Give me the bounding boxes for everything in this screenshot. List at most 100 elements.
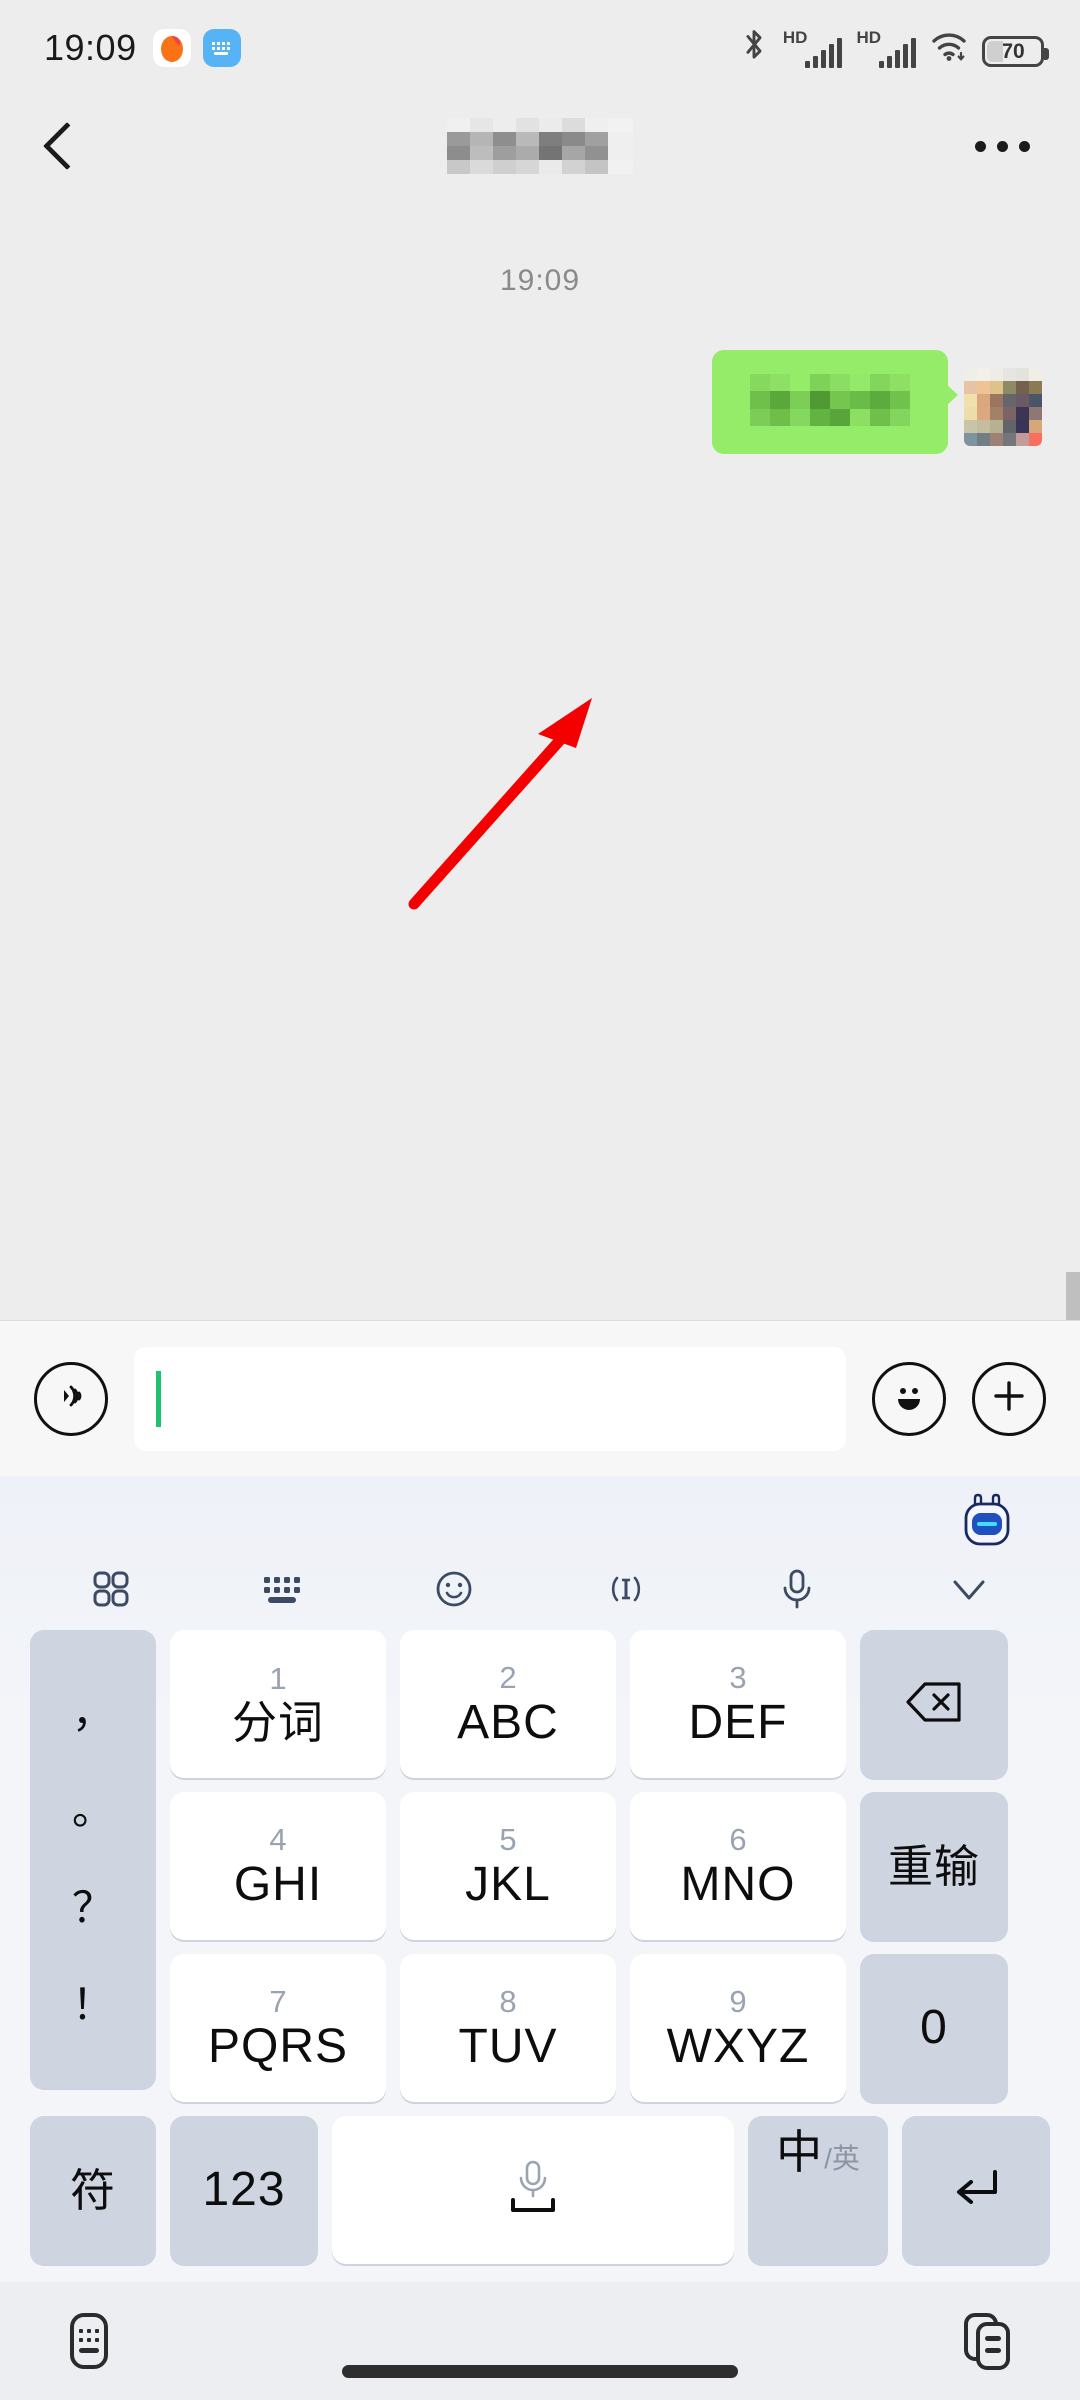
- system-bottom-bar: [0, 2282, 1080, 2400]
- hd-signal-icon-1: HD: [783, 29, 843, 68]
- status-time: 19:09: [44, 27, 137, 68]
- key-label: ABC: [457, 1695, 559, 1749]
- nav-header: [0, 96, 1080, 196]
- more-options-button[interactable]: [975, 140, 1030, 152]
- key-0[interactable]: 0: [860, 1954, 1008, 2102]
- add-attachment-button[interactable]: [972, 1361, 1046, 1436]
- voice-input-button[interactable]: [34, 1361, 108, 1436]
- key-label: 分词: [231, 1697, 324, 1748]
- key-1-fenci[interactable]: 1 分词: [170, 1630, 386, 1778]
- battery-icon: 70: [982, 36, 1049, 67]
- key-4-ghi[interactable]: 4 GHI: [170, 1792, 386, 1940]
- status-app-icons: [152, 29, 241, 67]
- key-space[interactable]: [332, 2116, 734, 2264]
- app-icon-keyboard-blue: [202, 29, 241, 67]
- keyboard-row-2: 4 GHI 5 JKL 6 MNO 重输: [170, 1792, 1050, 1940]
- key-number: 2: [499, 1659, 517, 1695]
- key-number: 9: [729, 1983, 747, 2019]
- text-cursor-icon[interactable]: [595, 1560, 657, 1618]
- key-number: 6: [729, 1821, 747, 1857]
- status-indicators: HD HD 70: [739, 28, 1049, 68]
- punct-comma: ，: [71, 1688, 114, 1736]
- key-enter[interactable]: [902, 2116, 1050, 2264]
- hd-label-2: HD: [856, 28, 881, 47]
- keyboard-switch-icon[interactable]: [60, 2310, 122, 2372]
- ai-robot-mascot-icon[interactable]: [956, 1492, 1018, 1554]
- keyboard-main-keys: 1 分词 2 ABC 3 DEF 4 GHI 5 JKL 6 MNO 重输 7 …: [170, 1630, 1050, 2116]
- key-7-pqrs[interactable]: 7 PQRS: [170, 1954, 386, 2102]
- key-2-abc[interactable]: 2 ABC: [400, 1630, 616, 1778]
- key-symbols[interactable]: 符: [30, 2116, 156, 2264]
- key-3-def[interactable]: 3 DEF: [630, 1630, 846, 1778]
- key-9-wxyz[interactable]: 9 WXYZ: [630, 1954, 846, 2102]
- annotation-arrow-icon: [408, 698, 592, 910]
- key-label: 符: [69, 2164, 116, 2216]
- back-button[interactable]: [42, 115, 104, 177]
- hd-label-1: HD: [782, 28, 808, 47]
- avatar-masked[interactable]: [964, 368, 1042, 446]
- message-bubble[interactable]: [712, 350, 958, 454]
- key-label: 重输: [887, 1840, 980, 1892]
- punct-period: 。: [71, 1786, 114, 1834]
- punct-question: ？: [71, 1883, 114, 1931]
- key-language-toggle[interactable]: 中 /英: [748, 2116, 888, 2264]
- more-dot: [997, 140, 1008, 152]
- grid-apps-icon[interactable]: [80, 1560, 142, 1618]
- key-label: MNO: [680, 1857, 796, 1911]
- key-number: 3: [729, 1659, 747, 1695]
- microphone-icon[interactable]: [766, 1560, 828, 1618]
- key-label: JKL: [465, 1857, 551, 1911]
- text-caret: [156, 1370, 161, 1427]
- keyboard-layout-icon[interactable]: [252, 1560, 314, 1618]
- home-gesture-bar[interactable]: [342, 2365, 738, 2378]
- voice-input-icon: [51, 1376, 91, 1421]
- plus-icon: [988, 1375, 1030, 1422]
- chat-message-outgoing[interactable]: [0, 298, 1080, 454]
- chat-scrollbar[interactable]: [1066, 1272, 1080, 1320]
- keyboard-bottom-row: 符 123 中 /英: [16, 2116, 1064, 2264]
- keyboard-keys: ， 。 ？ ！ 1 分词 2 ABC 3 DEF 4 GHI 5 JKL 6 M…: [16, 1616, 1064, 2116]
- enter-return-icon: [947, 2162, 1005, 2219]
- key-number: 4: [269, 1821, 287, 1857]
- emoji-icon[interactable]: [423, 1560, 485, 1618]
- back-chevron-icon: [42, 121, 92, 171]
- space-with-microphone-icon: [483, 2152, 583, 2229]
- more-dot: [1019, 140, 1030, 152]
- more-dot: [975, 140, 986, 152]
- key-label: PQRS: [207, 2019, 349, 2073]
- key-label: DEF: [688, 1695, 788, 1749]
- key-5-jkl[interactable]: 5 JKL: [400, 1792, 616, 1940]
- keyboard-toolbar: [16, 1476, 1064, 1616]
- chat-message-list[interactable]: 19:09: [0, 196, 1080, 1320]
- key-number: 8: [499, 1983, 517, 2019]
- page-title-masked: [447, 118, 633, 174]
- message-input-bar: [0, 1320, 1080, 1476]
- message-text-input[interactable]: [134, 1346, 846, 1451]
- keyboard-row-3: 7 PQRS 8 TUV 9 WXYZ 0: [170, 1954, 1050, 2102]
- key-6-mno[interactable]: 6 MNO: [630, 1792, 846, 1940]
- key-redo[interactable]: 重输: [860, 1792, 1008, 1940]
- punct-exclaim: ！: [71, 1981, 114, 2029]
- key-number: 1: [269, 1661, 287, 1696]
- collapse-chevron-down-icon[interactable]: [938, 1560, 1000, 1618]
- wifi-icon: [930, 30, 968, 67]
- emoji-button[interactable]: [872, 1361, 946, 1436]
- lang-main-label: 中: [776, 2126, 823, 2178]
- key-number: 7: [269, 1983, 287, 2019]
- key-number: 5: [499, 1821, 517, 1857]
- message-text-masked: [750, 373, 910, 431]
- key-label: 123: [202, 2163, 286, 2216]
- bubble-wrapper: [712, 350, 958, 454]
- status-bar: 19:09 HD HD 70: [0, 0, 1080, 96]
- key-label: GHI: [233, 1857, 323, 1911]
- key-backspace[interactable]: [860, 1630, 1008, 1778]
- app-icon-orange: [152, 29, 191, 67]
- key-numbers-123[interactable]: 123: [170, 2116, 318, 2264]
- key-8-tuv[interactable]: 8 TUV: [400, 1954, 616, 2102]
- key-punctuation[interactable]: ， 。 ？ ！: [30, 1630, 156, 2088]
- battery-level: 70: [1001, 39, 1025, 63]
- clipboard-icon[interactable]: [958, 2310, 1020, 2372]
- lang-sub-label: /英: [824, 2143, 860, 2174]
- keyboard-row-1: 1 分词 2 ABC 3 DEF: [170, 1630, 1050, 1778]
- key-label: WXYZ: [666, 2019, 810, 2073]
